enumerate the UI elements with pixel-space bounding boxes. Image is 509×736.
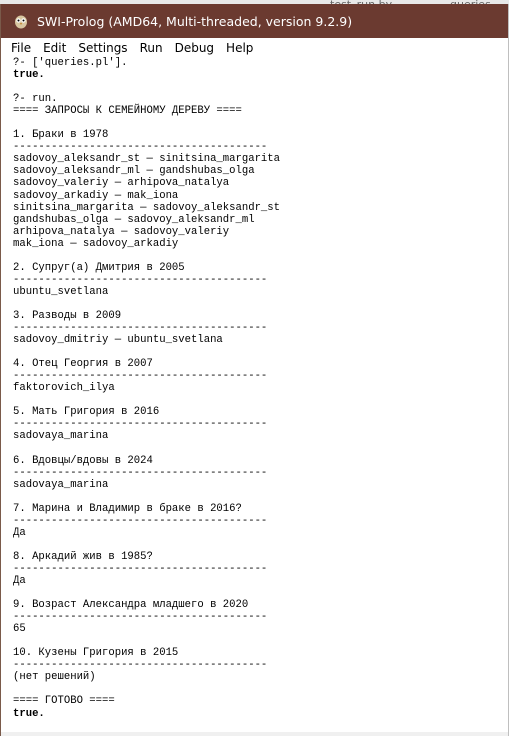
console-line: faktorovich_ilya — [13, 382, 115, 395]
prolog-window: SWI-Prolog (AMD64, Multi-threaded, versi… — [0, 4, 509, 736]
swi-prolog-owl-icon — [13, 13, 29, 29]
console-line: 10. Кузены Григория в 2015 — [13, 647, 179, 660]
console-line: gandshubas_olga — sadovoy_aleksandr_ml — [13, 213, 255, 226]
menu-settings[interactable]: Settings — [72, 41, 133, 55]
console-line: 3. Разводы в 2009 — [13, 309, 122, 322]
console-line: ---------------------------------------- — [13, 611, 268, 624]
console-line: sadovoy_arkadiy — mak_iona — [13, 189, 179, 202]
console-line: ---------------------------------------- — [13, 141, 268, 154]
menu-edit[interactable]: Edit — [37, 41, 72, 55]
console-line: 9. Возраст Александра младшего в 2020 — [13, 599, 249, 612]
console-line: ---------------------------------------- — [13, 273, 268, 286]
console-output[interactable]: ?- ['queries.pl']. true. ?- run. ==== ЗАПРО… — [13, 57, 503, 733]
console-line: 1. Браки в 1978 — [13, 129, 109, 142]
console-line: ---------------------------------------- — [13, 322, 268, 335]
menu-run[interactable]: Run — [134, 41, 169, 55]
window-bottom-edge — [1, 732, 508, 736]
menu-debug[interactable]: Debug — [169, 41, 220, 55]
console-line: ==== ГОТОВО ==== — [13, 695, 115, 708]
console-line: sadovaya_marina — [13, 430, 109, 443]
console-line: ==== ЗАПРОСЫ К СЕМЕЙНОМУ ДЕРЕВУ ==== — [13, 105, 242, 118]
console-line: ---------------------------------------- — [13, 514, 268, 527]
menu-bar: File Edit Settings Run Debug Help — [1, 38, 508, 58]
console-line: true. — [13, 69, 45, 82]
console-line: 65 — [13, 623, 26, 636]
console-line: ubuntu_svetlana — [13, 285, 109, 298]
console-line: ---------------------------------------- — [13, 466, 268, 479]
console-line: sadovoy_aleksandr_st — sinitsina_margari… — [13, 153, 281, 166]
window-title: SWI-Prolog (AMD64, Multi-threaded, versi… — [37, 13, 353, 29]
console-line: 6. Вдовцы/вдовы в 2024 — [13, 454, 153, 467]
console-line: 7. Марина и Владимир в браке в 2016? — [13, 502, 242, 515]
console-line: 4. Отец Георгия в 2007 — [13, 358, 153, 371]
console-line: ---------------------------------------- — [13, 562, 268, 575]
title-bar[interactable]: SWI-Prolog (AMD64, Multi-threaded, versi… — [1, 4, 508, 38]
console-line: Да — [13, 526, 26, 539]
console-line: sadovoy_aleksandr_ml — gandshubas_olga — [13, 165, 255, 178]
console-line: ?- run. — [13, 93, 58, 106]
console-line: arhipova_natalya — sadovoy_valeriy — [13, 225, 230, 238]
console-line: ---------------------------------------- — [13, 418, 268, 431]
console-line: Да — [13, 575, 26, 588]
console-line: ?- ['queries.pl']. — [13, 57, 128, 69]
menu-help[interactable]: Help — [220, 41, 259, 55]
menu-file[interactable]: File — [1, 41, 37, 55]
console-line: sadovaya_marina — [13, 478, 109, 491]
console-line: ---------------------------------------- — [13, 370, 268, 383]
console-line: mak_iona — sadovoy_arkadiy — [13, 237, 179, 250]
console-line: true. — [13, 707, 45, 720]
console-line: sadovoy_valeriy — arhipova_natalya — [13, 177, 230, 190]
console-line: 2. Супруг(а) Дмитрия в 2005 — [13, 261, 185, 274]
console-line: (нет решений) — [13, 671, 96, 684]
console-line: ---------------------------------------- — [13, 659, 268, 672]
console-line: 5. Мать Григория в 2016 — [13, 406, 160, 419]
console-line: 8. Аркадий жив в 1985? — [13, 550, 153, 563]
console-line: sadovoy_dmitriy — ubuntu_svetlana — [13, 334, 223, 347]
console-line: sinitsina_margarita — sadovoy_aleksandr_… — [13, 201, 281, 214]
